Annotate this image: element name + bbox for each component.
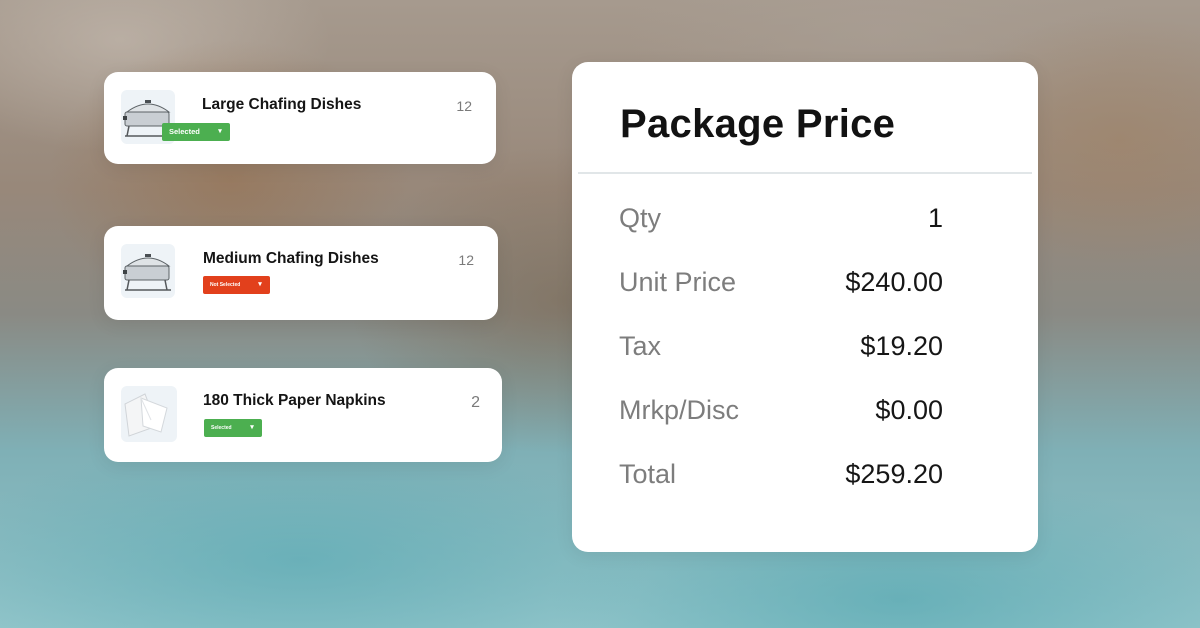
chevron-down-icon: ▾: [250, 424, 254, 431]
tax-value: $19.20: [860, 331, 943, 361]
package-price-card: Package Price Qty 1 Unit Price $240.00 T…: [572, 62, 1038, 552]
divider: [578, 172, 1032, 174]
tax-label: Tax: [619, 331, 662, 361]
paper-napkin-icon: [121, 386, 177, 442]
unit-price-value: $240.00: [845, 267, 943, 297]
package-price-title: Package Price: [620, 102, 896, 146]
item-name: 180 Thick Paper Napkins: [203, 392, 386, 409]
unit-price-label: Unit Price: [619, 267, 737, 297]
item-name: Medium Chafing Dishes: [203, 250, 379, 267]
item-card-large-chafing-dishes[interactable]: Large Chafing Dishes 12 Selected ▾: [104, 72, 496, 164]
item-name: Large Chafing Dishes: [202, 96, 362, 113]
status-dropdown[interactable]: Selected ▾: [162, 123, 230, 141]
item-card-paper-napkins[interactable]: 180 Thick Paper Napkins 2 Selected ▾: [104, 368, 502, 462]
status-dropdown[interactable]: Not Selected ▾: [203, 276, 270, 294]
markup-discount-label: Mrkp/Disc: [619, 395, 739, 425]
total-value: $259.20: [845, 459, 943, 489]
item-card-medium-chafing-dishes[interactable]: Medium Chafing Dishes 12 Not Selected ▾: [104, 226, 498, 320]
chevron-down-icon: ▾: [258, 281, 262, 288]
qty-value: 1: [927, 203, 943, 233]
total-label: Total: [619, 459, 677, 489]
markup-discount-value: $0.00: [875, 395, 943, 425]
status-label: Selected: [211, 425, 232, 431]
qty-label: Qty: [619, 203, 662, 233]
item-quantity: 2: [471, 394, 480, 411]
item-quantity: 12: [456, 98, 472, 114]
item-quantity: 12: [458, 252, 474, 268]
chafing-dish-icon: [121, 244, 175, 298]
status-label: Selected: [169, 127, 200, 136]
chevron-down-icon: ▾: [218, 128, 222, 135]
status-dropdown[interactable]: Selected ▾: [204, 419, 262, 437]
status-label: Not Selected: [210, 282, 241, 288]
